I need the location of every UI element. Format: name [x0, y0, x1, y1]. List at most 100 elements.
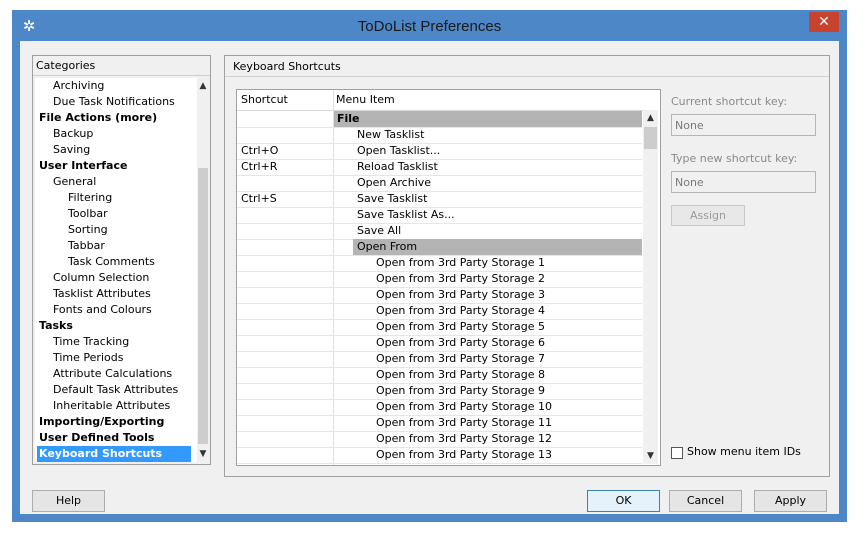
shortcut-row[interactable]: Save All [237, 223, 642, 240]
shortcut-row[interactable]: Open from 3rd Party Storage 13 [237, 447, 642, 464]
category-item[interactable]: Due Task Notifications [53, 94, 175, 110]
shortcut-row[interactable]: Open from 3rd Party Storage 1 [237, 255, 642, 272]
menu-item-cell: Open from 3rd Party Storage 4 [376, 304, 546, 317]
shortcut-cell [241, 111, 333, 127]
shortcut-cell [241, 367, 333, 383]
scroll-thumb[interactable] [644, 127, 657, 149]
shortcut-cell [241, 415, 333, 431]
shortcut-row[interactable]: Save Tasklist As... [237, 207, 642, 224]
menu-item-cell: Open Tasklist... [357, 144, 441, 157]
shortcut-cell [241, 447, 333, 463]
dialog-client-area: Categories Archiving Due Task Notificatio… [20, 41, 839, 514]
shortcut-row[interactable]: New Tasklist [237, 127, 642, 144]
category-item[interactable]: Backup [53, 126, 93, 142]
column-header-shortcut[interactable]: Shortcut [241, 90, 288, 110]
shortcut-cell [241, 383, 333, 399]
shortcut-cell [241, 303, 333, 319]
preferences-window: ✲ ToDoList Preferences ✕ Categories Arch… [12, 10, 847, 522]
menu-item-cell: Save All [357, 224, 402, 237]
category-item[interactable]: Inheritable Attributes [53, 398, 170, 414]
category-item[interactable]: Toolbar [68, 206, 108, 222]
category-item[interactable]: User Interface [39, 158, 127, 174]
category-item[interactable]: Importing/Exporting [39, 414, 164, 430]
shortcut-cell [241, 351, 333, 367]
shortcut-cell [241, 239, 333, 255]
category-item[interactable]: Tasklist Attributes [53, 286, 151, 302]
grid-header: Shortcut Menu Item [237, 90, 644, 111]
close-button[interactable]: ✕ [809, 12, 839, 32]
shortcut-row[interactable]: Open from 3rd Party Storage 9 [237, 383, 642, 400]
shortcuts-grid[interactable]: Shortcut Menu Item File New Tasklist Ctrl+… [236, 89, 661, 466]
category-item[interactable]: Column Selection [53, 270, 149, 286]
menu-item-cell: Open from 3rd Party Storage 12 [376, 432, 553, 445]
shortcut-row[interactable]: Open from 3rd Party Storage 6 [237, 335, 642, 352]
shortcut-row[interactable]: Open from 3rd Party Storage 12 [237, 431, 642, 448]
scroll-up-icon[interactable]: ▲ [643, 110, 658, 126]
shortcut-cell [241, 255, 333, 271]
shortcut-row[interactable]: Open from 3rd Party Storage 8 [237, 367, 642, 384]
shortcut-row[interactable]: Ctrl+R Reload Tasklist [237, 159, 642, 176]
category-item[interactable]: Fonts and Colours [53, 302, 152, 318]
category-item[interactable]: General [53, 174, 96, 190]
categories-tree[interactable]: Archiving Due Task Notifications File Acti… [35, 78, 197, 462]
scroll-up-icon[interactable]: ▲ [197, 78, 209, 94]
menu-item-cell: Open from 3rd Party Storage 1 [376, 256, 546, 269]
shortcut-cell: Ctrl+O [241, 144, 279, 157]
keyboard-shortcuts-header: Keyboard Shortcuts [225, 56, 829, 77]
category-item[interactable]: Tabbar [68, 238, 105, 254]
current-shortcut-field: None [671, 114, 816, 136]
categories-scrollbar[interactable]: ▲ ▼ [197, 78, 209, 462]
category-item[interactable]: Default Task Attributes [53, 382, 178, 398]
menu-item-cell: Open Archive [357, 176, 432, 189]
apply-button[interactable]: Apply [754, 490, 827, 512]
menu-item-cell: Save Tasklist As... [357, 208, 455, 221]
shortcut-row[interactable]: Open from 3rd Party Storage 3 [237, 287, 642, 304]
ok-button[interactable]: OK [587, 490, 660, 512]
shortcut-cell [241, 319, 333, 335]
column-header-menu-item[interactable]: Menu Item [336, 90, 395, 110]
category-item[interactable]: Tasks [39, 318, 73, 334]
show-ids-checkbox[interactable] [671, 447, 683, 459]
shortcut-row[interactable]: Ctrl+S Save Tasklist [237, 191, 642, 208]
keyboard-shortcuts-panel: Keyboard Shortcuts Shortcut Menu Item Fi… [224, 55, 830, 477]
assign-button[interactable]: Assign [671, 205, 745, 226]
shortcut-row[interactable]: Open from 3rd Party Storage 11 [237, 415, 642, 432]
scroll-down-icon[interactable]: ▼ [643, 448, 658, 464]
menu-item-cell: Open from 3rd Party Storage 2 [376, 272, 546, 285]
menu-item-cell: Save Tasklist [357, 192, 428, 205]
grid-scrollbar[interactable]: ▲ ▼ [643, 110, 658, 464]
shortcut-cell [241, 271, 333, 287]
shortcut-row[interactable]: Open Archive [237, 175, 642, 192]
category-item[interactable]: Keyboard Shortcuts [37, 446, 191, 462]
shortcut-row[interactable]: Open from 3rd Party Storage 5 [237, 319, 642, 336]
category-item[interactable]: Filtering [68, 190, 112, 206]
scroll-down-icon[interactable]: ▼ [197, 446, 209, 462]
shortcut-row[interactable]: Open From [237, 239, 642, 256]
shortcut-row[interactable]: Open from 3rd Party Storage 2 [237, 271, 642, 288]
shortcut-row[interactable]: Open from 3rd Party Storage 10 [237, 399, 642, 416]
show-ids-label[interactable]: Show menu item IDs [687, 445, 801, 458]
shortcut-cell: Ctrl+S [241, 192, 277, 205]
category-item[interactable]: Time Periods [53, 350, 123, 366]
category-item[interactable]: Attribute Calculations [53, 366, 172, 382]
category-item[interactable]: Time Tracking [53, 334, 129, 350]
cancel-button[interactable]: Cancel [669, 490, 742, 512]
help-button[interactable]: Help [32, 490, 105, 512]
shortcut-row[interactable]: Open from 3rd Party Storage 4 [237, 303, 642, 320]
shortcut-cell [241, 175, 333, 191]
menu-item-cell: New Tasklist [357, 128, 425, 141]
shortcut-row[interactable]: File [237, 111, 642, 128]
shortcut-row[interactable]: Open from 3rd Party Storage 7 [237, 351, 642, 368]
category-item[interactable]: User Defined Tools [39, 430, 154, 446]
category-item[interactable]: Saving [53, 142, 90, 158]
shortcut-row[interactable]: Ctrl+O Open Tasklist... [237, 143, 642, 160]
category-item[interactable]: Task Comments [68, 254, 155, 270]
close-icon: ✕ [818, 14, 830, 30]
category-item[interactable]: Sorting [68, 222, 108, 238]
new-shortcut-label: Type new shortcut key: [671, 152, 798, 165]
category-item[interactable]: Archiving [53, 78, 104, 94]
new-shortcut-field[interactable]: None [671, 171, 816, 193]
scroll-thumb[interactable] [198, 168, 208, 444]
category-item[interactable]: File Actions (more) [39, 110, 157, 126]
menu-item-cell: Open from 3rd Party Storage 7 [376, 352, 546, 365]
